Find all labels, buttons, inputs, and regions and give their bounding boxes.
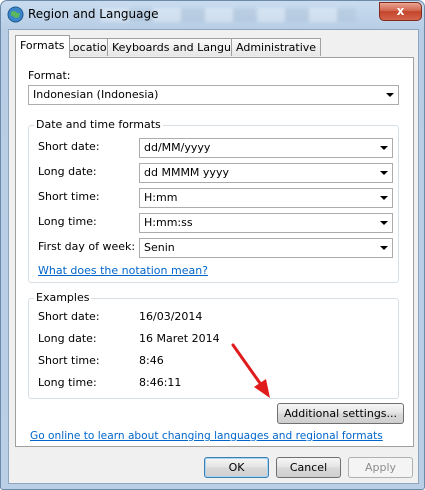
apply-button: Apply — [348, 457, 413, 478]
short-time-label: Short time: — [38, 190, 100, 203]
tab-administrative[interactable]: Administrative — [231, 38, 322, 56]
long-date-value: dd MMMM yyyy — [144, 166, 229, 179]
long-date-label: Long date: — [38, 165, 97, 178]
example-long-date-label: Long date: — [38, 332, 97, 345]
example-short-time-value: 8:46 — [139, 354, 164, 367]
dialog-window: Region and Language x Formats Location K… — [0, 0, 425, 490]
globe-icon — [7, 6, 24, 23]
example-short-time-label: Short time: — [38, 354, 100, 367]
example-long-time-value: 8:46:11 — [139, 376, 182, 389]
short-time-select[interactable]: H:mm — [139, 188, 393, 208]
short-time-value: H:mm — [144, 191, 178, 204]
chevron-down-icon — [380, 146, 388, 150]
client-area: Formats Location Keyboards and Languages… — [8, 29, 419, 484]
chevron-down-icon — [380, 246, 388, 250]
long-time-select[interactable]: H:mm:ss — [139, 213, 393, 233]
first-day-of-week-value: Senin — [144, 241, 175, 254]
format-label: Format: — [28, 69, 71, 82]
close-button[interactable]: x — [379, 2, 422, 21]
first-day-of-week-select[interactable]: Senin — [139, 238, 393, 258]
long-date-select[interactable]: dd MMMM yyyy — [139, 163, 393, 183]
annotation-arrow-icon — [231, 343, 270, 398]
example-short-date-label: Short date: — [38, 310, 100, 323]
short-date-value: dd/MM/yyyy — [144, 141, 211, 154]
datetime-group-title: Date and time formats — [34, 118, 163, 131]
chevron-down-icon — [380, 196, 388, 200]
example-long-time-label: Long time: — [38, 376, 97, 389]
notation-help-link[interactable]: What does the notation mean? — [38, 264, 208, 277]
chevron-down-icon — [380, 221, 388, 225]
online-help-link[interactable]: Go online to learn about changing langua… — [30, 430, 383, 442]
short-date-label: Short date: — [38, 140, 100, 153]
first-day-of-week-label: First day of week: — [38, 240, 136, 253]
tab-formats[interactable]: Formats — [15, 35, 70, 58]
format-select[interactable]: Indonesian (Indonesia) — [28, 85, 399, 105]
chevron-down-icon — [386, 93, 394, 97]
cancel-button[interactable]: Cancel — [276, 457, 341, 478]
example-long-date-value: 16 Maret 2014 — [139, 332, 220, 345]
short-date-select[interactable]: dd/MM/yyyy — [139, 138, 393, 158]
ok-button[interactable]: OK — [204, 457, 269, 478]
example-short-date-value: 16/03/2014 — [139, 310, 203, 323]
window-title: Region and Language — [28, 7, 159, 21]
format-select-value: Indonesian (Indonesia) — [33, 88, 159, 101]
additional-settings-button[interactable]: Additional settings... — [277, 403, 404, 424]
chevron-down-icon — [380, 171, 388, 175]
examples-group-title: Examples — [34, 291, 92, 304]
long-time-label: Long time: — [38, 215, 97, 228]
long-time-value: H:mm:ss — [144, 216, 193, 229]
formats-panel: Format: Indonesian (Indonesia) Date and … — [15, 57, 414, 447]
